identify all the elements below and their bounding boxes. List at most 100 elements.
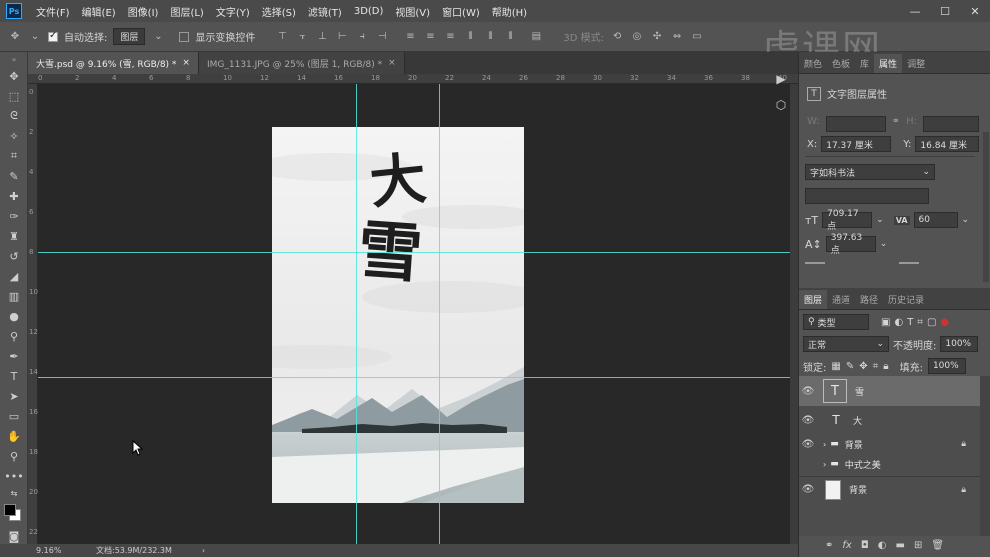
chevron-down-icon[interactable]: ⌄ [151,31,165,43]
visibility-eye-icon[interactable]: 👁︎ [799,386,817,397]
tab-img1131[interactable]: IMG_1131.JPG @ 25% (图层 1, RGB/8) * × [198,52,405,74]
hand-tool-icon[interactable]: ✋ [0,426,28,446]
lasso-tool-icon[interactable]: ᘓ [0,106,28,126]
eraser-tool-icon[interactable]: ◢ [0,266,28,286]
close-button[interactable]: ✕ [960,0,990,22]
play-icon[interactable]: ▶ [768,66,794,92]
minimize-button[interactable]: — [900,0,930,22]
mask-icon[interactable]: ◘ [861,540,869,551]
filter-adjust-icon[interactable]: ◐ [894,317,903,328]
visibility-eye-icon[interactable]: 👁︎ [799,484,817,495]
menu-layer[interactable]: 图层(L) [164,4,209,19]
expand-chevron-icon[interactable]: › [823,460,826,469]
lock-transparent-icon[interactable]: ▦ [831,361,840,372]
foreground-color-swatch[interactable] [4,504,16,516]
tab-paths[interactable]: 路径 [855,290,883,309]
stamp-tool-icon[interactable]: ♜ [0,226,28,246]
pen-tool-icon[interactable]: ✒ [0,346,28,366]
roll-3d-icon[interactable]: ◎ [630,31,644,43]
menu-file[interactable]: 文件(F) [30,4,76,19]
layers-scrollbar[interactable] [980,376,990,536]
guide-vertical-2[interactable] [439,84,440,544]
zoom-level[interactable]: 9.16% [36,546,88,555]
eyedropper-tool-icon[interactable]: ✎ [0,166,28,186]
crop-tool-icon[interactable]: ⌗ [0,146,28,166]
menu-type[interactable]: 文字(Y) [210,4,256,19]
poster-title-char-1[interactable]: 大 [367,145,430,216]
maximize-button[interactable]: ☐ [930,0,960,22]
menu-help[interactable]: 帮助(H) [486,4,533,19]
properties-scrollbar[interactable] [983,132,989,282]
swap-colors-icon[interactable]: ⇆ [0,486,28,500]
menu-filter[interactable]: 滤镜(T) [302,4,348,19]
history-brush-icon[interactable]: ↺ [0,246,28,266]
lock-position-icon[interactable]: ✥ [859,361,867,372]
layer-row-xue[interactable]: 👁︎ T 雪 [799,376,980,406]
tab-libraries[interactable]: 库 [855,54,874,73]
close-icon[interactable]: × [182,58,190,68]
font-style-select[interactable] [805,188,929,204]
font-size-field[interactable]: 709.17 点 [822,209,873,232]
tab-layers[interactable]: 图层 [799,290,828,309]
y-field[interactable]: 16.84 厘米 [915,136,980,152]
align-bottom-icon[interactable]: ⊥ [315,31,329,43]
tab-adjustments[interactable]: 调整 [902,54,930,73]
orbit-3d-icon[interactable]: ⟲ [610,31,624,43]
guide-horizontal-1[interactable] [38,252,790,253]
quick-mask-icon[interactable]: ◙ [0,526,28,546]
blend-mode-select[interactable]: 正常 ⌄ [803,336,889,352]
menu-select[interactable]: 选择(S) [256,4,302,19]
guide-vertical-1[interactable] [356,84,357,544]
magic-wand-tool-icon[interactable]: ✧ [0,126,28,146]
scale-3d-icon[interactable]: ▭ [690,31,704,43]
auto-select-dropdown[interactable]: 图层 [113,28,146,45]
filter-pixel-icon[interactable]: ▣ [881,317,890,328]
trash-icon[interactable]: 🗑︎ [931,540,944,551]
distribute-hcenter-icon[interactable]: ⦀ [483,31,497,43]
leading-field[interactable]: 397.63 点 [825,233,876,256]
drag-3d-icon[interactable]: ✣ [650,31,664,43]
healing-tool-icon[interactable]: ✚ [0,186,28,206]
expand-chevron-icon[interactable]: › [823,440,826,449]
visibility-eye-icon[interactable]: 👁︎ [799,439,817,450]
tab-properties[interactable]: 属性 [874,54,903,73]
status-menu-arrow[interactable]: › [202,546,205,555]
layer-row-background[interactable]: 👁︎ 背景 🔒︎ [799,476,980,502]
lock-paint-icon[interactable]: ✎ [846,361,854,372]
w-field[interactable] [825,116,886,132]
auto-align-icon[interactable]: ▤ [529,31,543,43]
new-layer-icon[interactable]: ⊞ [914,540,922,551]
brush-tool-icon[interactable]: ✑ [0,206,28,226]
align-hcenter-icon[interactable]: ⫞ [355,31,369,43]
cube-3d-icon[interactable]: ⬡ [768,92,794,118]
marquee-tool-icon[interactable]: ⬚ [0,86,28,106]
close-icon[interactable]: × [388,58,396,68]
tab-history[interactable]: 历史记录 [883,290,929,309]
chevron-down-icon[interactable]: ⌄ [880,239,888,249]
zoom-tool-icon[interactable]: ⚲ [0,446,28,466]
menu-window[interactable]: 窗口(W) [436,4,486,19]
fill-field[interactable]: 100% [927,358,966,374]
distribute-left-icon[interactable]: ⦀ [463,31,477,43]
distribute-top-icon[interactable]: ≡ [403,31,417,43]
gradient-tool-icon[interactable]: ▥ [0,286,28,306]
path-select-tool-icon[interactable]: ➤ [0,386,28,406]
chevron-down-icon[interactable]: ⌄ [876,215,884,225]
tab-color[interactable]: 颜色 [799,54,827,73]
h-field[interactable] [922,116,979,132]
document-canvas[interactable]: 大 雪 [272,127,524,503]
chevron-down-icon[interactable]: ⌄ [962,215,970,225]
filter-text-icon[interactable]: T [907,317,913,328]
chevron-down-icon[interactable]: ⌄ [28,31,42,43]
fx-icon[interactable]: fx [842,540,851,551]
link-icon[interactable]: ⚭ [825,540,833,551]
opacity-field[interactable]: 100% [940,336,979,352]
layer-row-group-beijing[interactable]: 👁︎ › ▬ 背景 🔒︎ [799,434,980,454]
distribute-bottom-icon[interactable]: ≡ [443,31,457,43]
tab-swatches[interactable]: 色板 [827,54,855,73]
menu-view[interactable]: 视图(V) [389,4,436,19]
lock-all-icon[interactable]: 🔒︎ [883,361,888,372]
transform-controls-checkbox[interactable] [179,31,190,42]
filter-shape-icon[interactable]: ⌗ [917,317,923,328]
layer-row-group-zhongshi[interactable]: › ▬ 中式之美 [799,454,980,474]
